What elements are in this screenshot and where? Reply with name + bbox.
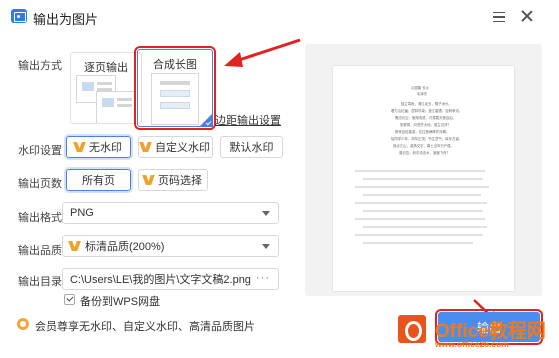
preview-line: 携来百侣曾游，忆往昔峥嵘岁月稠。	[395, 130, 450, 134]
browse-icon[interactable]: ···	[256, 272, 270, 284]
all-pages-label: 所有页	[82, 175, 115, 187]
mode-per-page-card[interactable]: 逐页输出	[70, 52, 142, 124]
preview-line: 鹰击长空，鱼翔浅底，万类霜天竞自由。	[395, 116, 457, 120]
vip-icon	[141, 142, 151, 152]
no-watermark-label: 无水印	[89, 142, 122, 154]
chevron-down-icon	[262, 244, 270, 249]
directory-label: 输出目录	[18, 276, 62, 288]
backup-checkbox[interactable]	[64, 294, 75, 305]
custom-watermark-label: 自定义水印	[155, 142, 210, 154]
mode-per-page-label: 逐页输出	[84, 62, 128, 74]
format-value: PNG	[70, 207, 94, 219]
image-icon	[11, 9, 27, 23]
mode-long-image-label: 合成长图	[153, 59, 197, 71]
preview-line: 怅寥廓，问苍茫大地，谁主沉浮？	[400, 123, 451, 127]
preview-line: 曾记否，到中流击水，浪遏飞舟？	[399, 151, 450, 155]
vip-icon	[75, 142, 85, 152]
pages-label: 输出页数	[18, 178, 62, 190]
quality-label: 输出品质	[18, 245, 62, 257]
preview-line: 恰同学少年，风华正茂；书生意气，挥斥方遒。	[391, 137, 463, 141]
output-mode-label: 输出方式	[18, 60, 62, 72]
edge-output-settings-link[interactable]: 边距输出设置	[215, 112, 281, 128]
page-range-label: 页码选择	[158, 175, 202, 187]
preview-panel: 沁园春·长沙 毛泽东 独立寒秋，湘江北去，橘子洲头。 看万山红遍，层林尽染；漫江…	[305, 44, 542, 296]
directory-value: C:\Users\LE\我的图片\文字文稿2.png	[70, 274, 251, 286]
mode-long-image-card[interactable]: 合成长图	[134, 46, 216, 130]
vip-badge-icon	[17, 318, 29, 330]
vip-icon	[70, 241, 80, 251]
preview-title: 沁园春·长沙	[411, 86, 430, 90]
selected-check-icon	[199, 113, 213, 127]
page-range-option[interactable]: 页码选择	[138, 169, 208, 191]
office-logo-icon	[398, 315, 428, 345]
title-bar: 输出为图片	[0, 0, 559, 34]
output-button-label: 输出	[476, 320, 501, 335]
directory-field[interactable]: C:\Users\LE\我的图片\文字文稿2.png ···	[62, 268, 279, 290]
window-title: 输出为图片	[33, 12, 99, 27]
long-page-thumbnail	[151, 73, 199, 125]
no-watermark-option[interactable]: 无水印	[64, 134, 133, 160]
quality-select[interactable]: 标清品质(200%)	[62, 235, 279, 257]
vip-note: 会员尊享无水印、自定义水印、高清品质图片	[35, 321, 255, 333]
vip-icon	[144, 175, 154, 185]
menu-icon[interactable]	[493, 12, 505, 22]
output-button[interactable]: 输出	[435, 309, 543, 345]
preview-author: 毛泽东	[417, 92, 428, 96]
format-select[interactable]: PNG	[62, 202, 279, 224]
preview-line: 看万山红遍，层林尽染；漫江碧透，百舸争流。	[391, 109, 463, 113]
default-watermark-option[interactable]: 默认水印	[220, 136, 283, 158]
backup-label: 备份到WPS网盘	[80, 296, 161, 308]
format-label: 输出格式	[18, 212, 62, 224]
chevron-down-icon	[262, 211, 270, 216]
close-icon[interactable]	[520, 9, 534, 23]
preview-line: 指点江山，激扬文字，粪土当年万户侯。	[393, 144, 455, 148]
all-pages-option[interactable]: 所有页	[64, 167, 133, 193]
preview-page: 沁园春·长沙 毛泽东 独立寒秋，湘江北去，橘子洲头。 看万山红遍，层林尽染；漫江…	[333, 66, 514, 291]
quality-value: 标清品质(200%)	[85, 241, 165, 253]
custom-watermark-option[interactable]: 自定义水印	[138, 136, 213, 158]
page-thumbnail	[96, 91, 136, 123]
preview-line: 独立寒秋，湘江北去，橘子洲头。	[401, 102, 452, 106]
default-watermark-label: 默认水印	[229, 142, 274, 154]
watermark-label: 水印设置	[18, 145, 62, 157]
